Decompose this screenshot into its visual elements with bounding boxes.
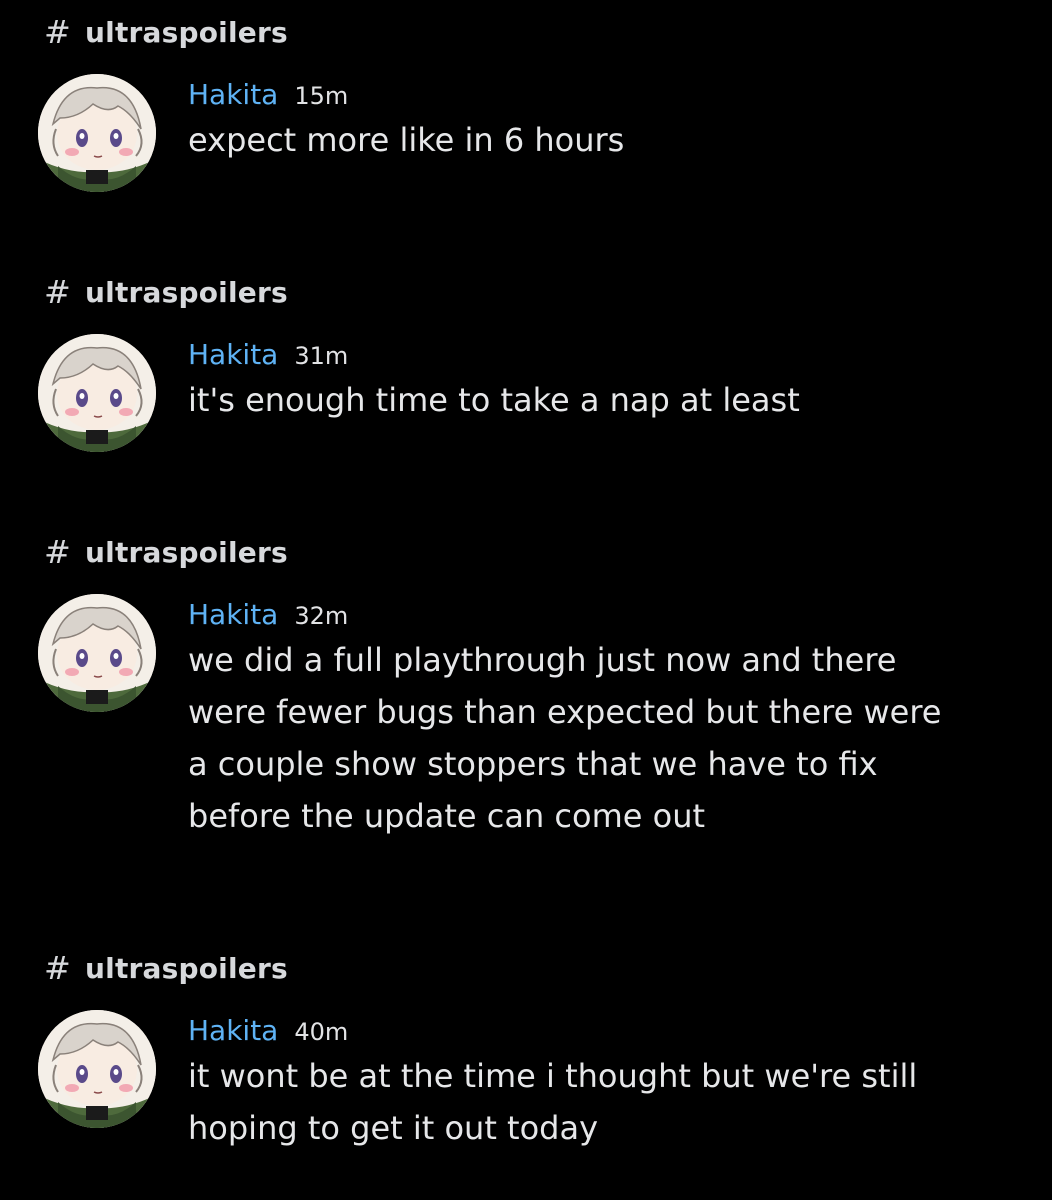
channel-name: ultraspoilers [85,15,288,49]
avatar[interactable] [38,334,156,452]
username[interactable]: Hakita [188,1014,278,1047]
username[interactable]: Hakita [188,598,278,631]
hash-icon: # [44,273,72,311]
message: Hakita 15m expect more like in 6 hours [188,78,1012,166]
username[interactable]: Hakita [188,78,278,111]
message-line: were fewer bugs than expected but there … [188,693,942,731]
message-text: it's enough time to take a nap at least [188,374,1012,426]
avatar[interactable] [38,594,156,712]
timestamp: 15m [294,82,349,110]
hash-icon: # [44,13,72,51]
channel-label[interactable]: # ultraspoilers [44,532,288,572]
channel-label[interactable]: # ultraspoilers [44,12,288,52]
message: Hakita 32m we did a full playthrough jus… [188,598,1012,842]
username[interactable]: Hakita [188,338,278,371]
channel-label[interactable]: # ultraspoilers [44,272,288,312]
avatar[interactable] [38,1010,156,1128]
message-text: expect more like in 6 hours [188,114,1012,166]
message-text: we did a full playthrough just now and t… [188,634,1012,842]
hash-icon: # [44,949,72,987]
timestamp: 40m [294,1018,349,1046]
message-line: we did a full playthrough just now and t… [188,641,897,679]
timestamp: 31m [294,342,349,370]
message-line: hoping to get it out today [188,1109,599,1147]
channel-label[interactable]: # ultraspoilers [44,948,288,988]
message-line: it's enough time to take a nap at least [188,381,800,419]
hash-icon: # [44,533,72,571]
channel-name: ultraspoilers [85,535,288,569]
message-line: expect more like in 6 hours [188,121,625,159]
message-line: it wont be at the time i thought but we'… [188,1057,918,1095]
message: Hakita 31m it's enough time to take a na… [188,338,1012,426]
channel-name: ultraspoilers [85,275,288,309]
timestamp: 32m [294,602,349,630]
message-line: before the update can come out [188,797,706,835]
avatar[interactable] [38,74,156,192]
message-text: it wont be at the time i thought but we'… [188,1050,1012,1154]
message-line: a couple show stoppers that we have to f… [188,745,878,783]
message: Hakita 40m it wont be at the time i thou… [188,1014,1012,1154]
channel-name: ultraspoilers [85,951,288,985]
